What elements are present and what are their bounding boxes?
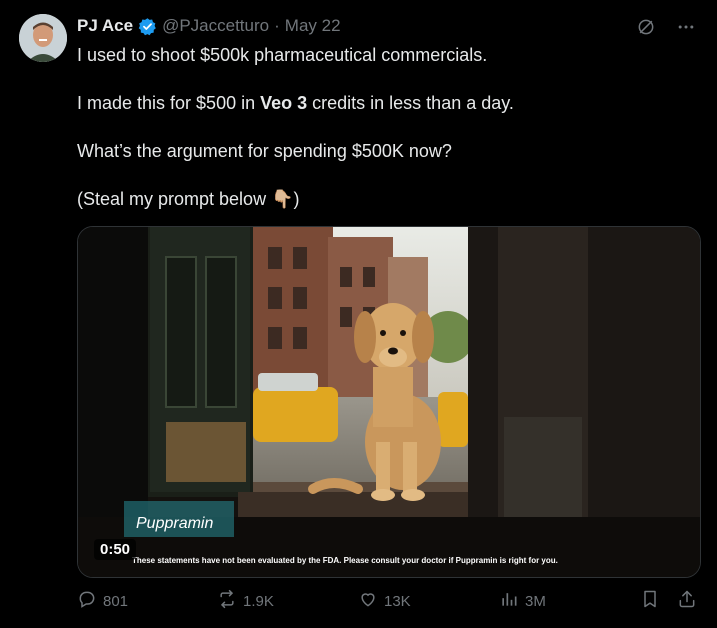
more-options-icon[interactable]: [675, 16, 697, 38]
author-display-name[interactable]: PJ Ace: [77, 16, 133, 36]
tweet-header: PJ Ace @PJaccetturo · May 22: [77, 14, 341, 38]
verified-badge-icon: [138, 17, 157, 36]
header-separator: ·: [274, 16, 280, 35]
engagement-bar: 801 1.9K 13K 3M: [77, 589, 699, 617]
repost-count: 1.9K: [243, 592, 274, 610]
video-duration: 0:50: [94, 539, 137, 560]
views-count: 3M: [525, 592, 546, 610]
share-button[interactable]: [677, 589, 697, 613]
video-player[interactable]: Puppramin These statements have not been…: [77, 226, 701, 578]
top-actions: [635, 16, 697, 38]
grok-icon[interactable]: [635, 16, 657, 38]
views-button[interactable]: 3M: [499, 589, 546, 613]
tweet-text: I used to shoot $500k pharmaceutical com…: [77, 43, 687, 235]
repost-button[interactable]: 1.9K: [217, 589, 274, 613]
like-icon: [358, 589, 378, 613]
repost-icon: [217, 589, 237, 613]
like-button[interactable]: 13K: [358, 589, 411, 613]
author-handle[interactable]: @PJaccetturo: [162, 16, 269, 36]
views-icon: [499, 589, 519, 613]
video-disclaimer: These statements have not been evaluated…: [132, 556, 558, 565]
tweet-date[interactable]: May 22: [285, 16, 341, 36]
like-count: 13K: [384, 592, 411, 610]
tweet-line-4: (Steal my prompt below 👇🏼): [77, 189, 300, 209]
share-icon: [677, 589, 697, 613]
reply-count: 801: [103, 592, 129, 610]
pointing-down-emoji: 👇🏼: [271, 189, 294, 209]
tweet[interactable]: PJ Ace @PJaccetturo · May 22 I used to s…: [0, 0, 717, 628]
avatar[interactable]: [19, 14, 67, 62]
tweet-line-3: What’s the argument for spending $500K n…: [77, 141, 452, 161]
bookmark-icon: [640, 589, 660, 613]
tweet-line-2: I made this for $500 in Veo 3 credits in…: [77, 93, 514, 113]
reply-button[interactable]: 801: [77, 589, 128, 613]
video-caption-brand: Puppramin: [136, 515, 214, 532]
reply-icon: [77, 589, 97, 613]
tweet-line-1: I used to shoot $500k pharmaceutical com…: [77, 45, 488, 65]
bookmark-button[interactable]: [640, 589, 660, 613]
